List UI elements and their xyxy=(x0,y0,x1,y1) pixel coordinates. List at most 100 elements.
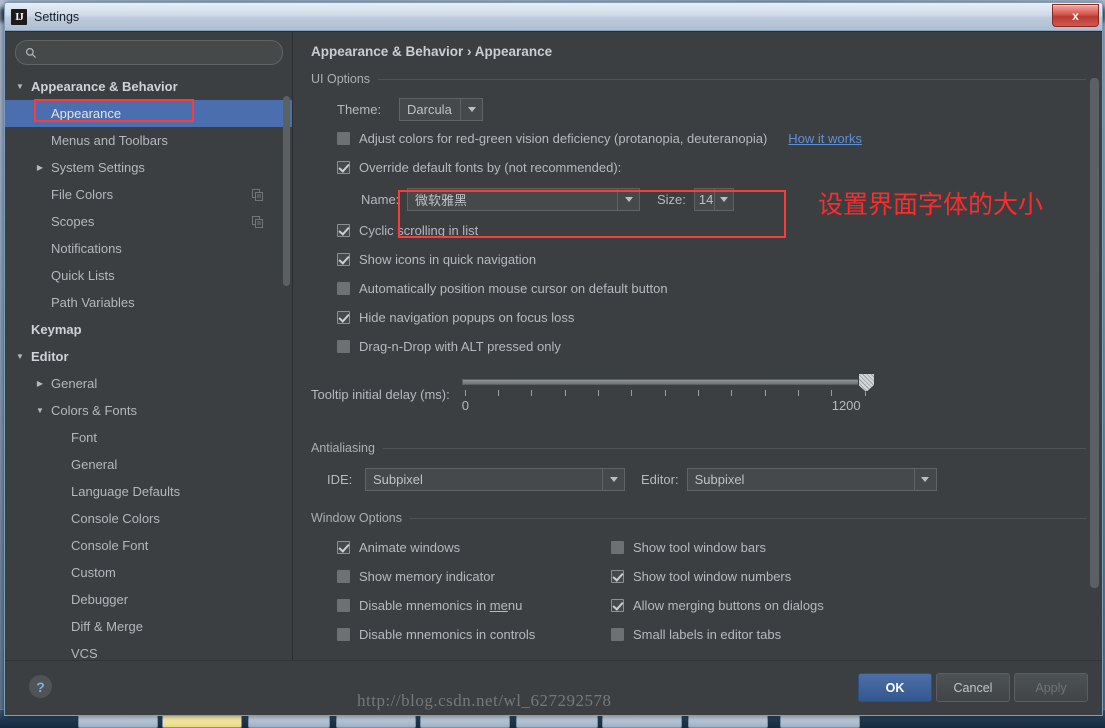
chevron-down-icon[interactable] xyxy=(913,468,936,490)
sidebar-item-scopes[interactable]: ▼Scopes xyxy=(5,208,292,235)
sidebar-item-menus-and-toolbars[interactable]: ▼Menus and Toolbars xyxy=(5,127,292,154)
sidebar-item-notifications[interactable]: ▼Notifications xyxy=(5,235,292,262)
sidebar-item-general[interactable]: ▼General xyxy=(5,451,292,478)
slider-max-label: 1200 xyxy=(831,398,861,413)
slider-knob[interactable] xyxy=(857,373,875,392)
chevron-down-icon[interactable]: ▼ xyxy=(33,406,47,415)
theme-select[interactable]: Darcula xyxy=(399,97,483,121)
checkbox-box[interactable] xyxy=(337,132,350,145)
checkbox-label: Drag-n-Drop with ALT pressed only xyxy=(359,339,561,354)
sidebar-item-custom[interactable]: ▼Custom xyxy=(5,559,292,586)
font-name-select[interactable]: 微软雅黑 xyxy=(407,187,640,211)
checkbox-override-fonts[interactable]: Override default fonts by (not recommend… xyxy=(337,153,1086,182)
ide-antialiasing-value: Subpixel xyxy=(373,471,423,487)
how-it-works-link[interactable]: How it works xyxy=(788,131,862,146)
checkbox-cyclic-scrolling-in-list[interactable]: Cyclic scrolling in list xyxy=(337,216,1086,245)
apply-button[interactable]: Apply xyxy=(1014,673,1088,702)
chevron-down-icon[interactable] xyxy=(460,98,482,120)
font-size-select[interactable]: 14 xyxy=(693,187,734,211)
slider-tick xyxy=(464,390,466,396)
sidebar-item-font[interactable]: ▼Font xyxy=(5,424,292,451)
copy-icon[interactable] xyxy=(252,189,264,201)
sidebar-item-vcs[interactable]: ▼VCS xyxy=(5,640,292,660)
sidebar-item-editor[interactable]: ▼ Editor xyxy=(5,343,292,370)
slider-tick xyxy=(731,390,733,396)
chevron-down-icon[interactable] xyxy=(617,188,639,210)
settings-sidebar: ▼Appearance & Behavior▼Appearance▼Menus … xyxy=(5,32,293,660)
checkbox-box[interactable] xyxy=(337,224,350,237)
ok-button[interactable]: OK xyxy=(858,673,932,702)
font-size-value: 14 xyxy=(698,191,714,207)
window-titlebar[interactable]: IJ Settings x xyxy=(5,3,1102,31)
sidebar-item-language-defaults[interactable]: ▼Language Defaults xyxy=(5,478,292,505)
search-input[interactable] xyxy=(43,44,273,61)
checkbox-disable-mnemonics-in-controls[interactable]: Disable mnemonics in controls xyxy=(337,620,611,649)
checkbox-box[interactable] xyxy=(337,570,350,583)
chevron-right-icon[interactable]: ▶ xyxy=(33,163,47,172)
sidebar-item-file-colors[interactable]: ▼File Colors xyxy=(5,181,292,208)
checkbox-box[interactable] xyxy=(337,599,350,612)
checkbox-box[interactable] xyxy=(337,161,350,174)
checkbox-automatically-position-mouse-cursor-on-default-button[interactable]: Automatically position mouse cursor on d… xyxy=(337,274,1086,303)
checkbox-drag-n-drop-with-alt-pressed-only[interactable]: Drag-n-Drop with ALT pressed only xyxy=(337,332,1086,361)
checkbox-label: Automatically position mouse cursor on d… xyxy=(359,281,668,296)
sidebar-item-quick-lists[interactable]: ▼Quick Lists xyxy=(5,262,292,289)
sidebar-scrollbar[interactable] xyxy=(283,34,290,484)
slider-tick xyxy=(664,390,666,396)
sidebar-scrollbar-thumb[interactable] xyxy=(283,96,290,286)
checkbox-adjust-colors[interactable]: Adjust colors for red-green vision defic… xyxy=(337,124,1086,153)
tooltip-delay-slider[interactable]: 0 1200 xyxy=(461,373,875,423)
cancel-button[interactable]: Cancel xyxy=(936,673,1010,702)
sidebar-item-label: Appearance xyxy=(51,106,122,121)
checkbox-box[interactable] xyxy=(337,282,350,295)
slider-tick xyxy=(598,390,600,396)
chevron-down-icon[interactable] xyxy=(602,468,624,490)
close-icon[interactable]: x xyxy=(1052,4,1099,27)
search-box[interactable] xyxy=(15,40,283,65)
chevron-down-icon[interactable]: ▼ xyxy=(13,352,27,361)
checkbox-animate-windows[interactable]: Animate windows xyxy=(337,533,611,562)
main-scrollbar[interactable] xyxy=(1090,36,1099,656)
checkbox-box[interactable] xyxy=(611,570,624,583)
chevron-right-icon[interactable]: ▶ xyxy=(33,379,47,388)
checkbox-box[interactable] xyxy=(337,311,350,324)
checkbox-show-tool-window-numbers[interactable]: Show tool window numbers xyxy=(611,562,911,591)
sidebar-item-label: File Colors xyxy=(51,187,114,202)
checkbox-box[interactable] xyxy=(337,253,350,266)
sidebar-item-debugger[interactable]: ▼Debugger xyxy=(5,586,292,613)
slider-tick xyxy=(631,390,633,396)
checkbox-show-icons-in-quick-navigation[interactable]: Show icons in quick navigation xyxy=(337,245,1086,274)
sidebar-item-general[interactable]: ▶ General xyxy=(5,370,292,397)
checkbox-hide-navigation-popups-on-focus-loss[interactable]: Hide navigation popups on focus loss xyxy=(337,303,1086,332)
checkbox-small-labels-in-editor-tabs[interactable]: Small labels in editor tabs xyxy=(611,620,911,649)
sidebar-item-colors-fonts[interactable]: ▼ Colors & Fonts xyxy=(5,397,292,424)
copy-icon[interactable] xyxy=(252,216,264,228)
chevron-down-icon[interactable] xyxy=(713,188,733,210)
sidebar-item-appearance[interactable]: ▼Appearance xyxy=(5,100,292,127)
checkbox-box[interactable] xyxy=(611,541,624,554)
ide-antialiasing-select[interactable]: Subpixel xyxy=(365,467,625,491)
checkbox-show-memory-indicator[interactable]: Show memory indicator xyxy=(337,562,611,591)
editor-antialiasing-select[interactable]: Subpixel xyxy=(686,467,937,491)
checkbox-show-tool-window-bars[interactable]: Show tool window bars xyxy=(611,533,911,562)
sidebar-item-diff-merge[interactable]: ▼Diff & Merge xyxy=(5,613,292,640)
checkbox-label: Show icons in quick navigation xyxy=(359,252,537,267)
sidebar-item-keymap[interactable]: ▼Keymap xyxy=(5,316,292,343)
checkbox-box[interactable] xyxy=(337,628,350,641)
checkbox-box[interactable] xyxy=(337,541,350,554)
chevron-down-icon[interactable]: ▼ xyxy=(13,82,27,91)
checkbox-disable-mnemonics-in-menu[interactable]: Disable mnemonics in menu xyxy=(337,591,611,620)
sidebar-item-system-settings[interactable]: ▶ System Settings xyxy=(5,154,292,181)
sidebar-item-path-variables[interactable]: ▼Path Variables xyxy=(5,289,292,316)
sidebar-item-appearance-behavior[interactable]: ▼ Appearance & Behavior xyxy=(5,73,292,100)
checkbox-box[interactable] xyxy=(337,340,350,353)
checkbox-allow-merging-buttons-on-dialogs[interactable]: Allow merging buttons on dialogs xyxy=(611,591,911,620)
search-icon xyxy=(26,47,36,58)
sidebar-item-console-font[interactable]: ▼Console Font xyxy=(5,532,292,559)
checkbox-box[interactable] xyxy=(611,599,624,612)
help-icon[interactable]: ? xyxy=(29,675,52,698)
checkbox-box[interactable] xyxy=(611,628,624,641)
main-scrollbar-thumb[interactable] xyxy=(1090,78,1099,588)
slider-track[interactable] xyxy=(461,379,862,385)
sidebar-item-console-colors[interactable]: ▼Console Colors xyxy=(5,505,292,532)
